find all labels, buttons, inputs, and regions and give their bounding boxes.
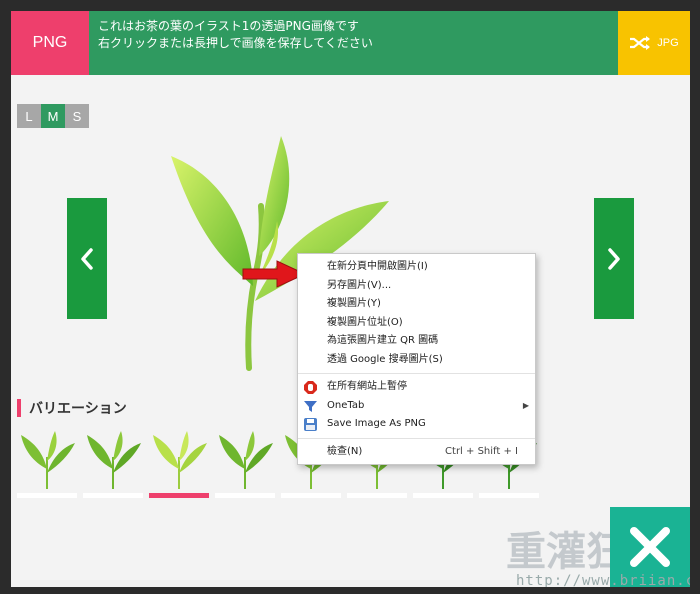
menu-label: 檢查(N) [327,445,363,457]
next-button[interactable] [594,198,634,319]
previous-button[interactable] [67,198,107,319]
heading-accent-bar [17,399,21,417]
thumbnail-indicator [83,493,143,498]
menu-copy-image[interactable]: 複製圖片(Y) [298,295,535,314]
menu-label: 複製圖片位址(O) [327,316,403,328]
tea-leaf-thumbnail [87,431,141,489]
size-m-button[interactable]: M [41,104,65,128]
thumbnail-indicator [281,493,341,498]
size-s-button[interactable]: S [65,104,89,128]
watermark-url: http://www.briian.com [516,573,690,587]
menu-separator [298,373,535,374]
menu-label: OneTab [327,399,365,411]
menu-separator [298,437,535,439]
screenshot-frame: PNG これはお茶の葉のイラスト1の透過PNG画像です 右クリックまたは長押しで… [0,0,700,594]
menu-save-image-as[interactable]: 另存圖片(V)... [298,277,535,296]
variation-thumbnail[interactable] [17,429,77,498]
save-png-icon [304,418,317,431]
chevron-left-icon [81,247,93,270]
thumbnail-indicator [479,493,539,498]
variations-title: バリエーション [29,401,127,417]
tea-leaf-thumbnail [21,431,75,489]
save-instruction: これはお茶の葉のイラスト1の透過PNG画像です 右クリックまたは長押しで画像を保… [89,11,618,75]
variations-heading: バリエーション [17,398,127,418]
thumbnail-indicator [17,493,77,498]
menu-label: 在新分頁中開啟圖片(I) [327,261,428,272]
variation-thumbnail[interactable] [215,429,275,498]
tea-leaf-thumbnail [153,431,207,489]
menu-save-image-as-png[interactable]: Save Image As PNG [298,415,535,434]
thumbnail-indicator [347,493,407,498]
thumbnail-indicator-active [149,493,209,498]
size-l-button[interactable]: L [17,104,41,128]
menu-label: 在所有網站上暫停 [327,381,407,392]
size-selector: L M S [17,104,89,128]
menu-search-google-image[interactable]: 透過 Google 搜尋圖片(S) [298,351,535,370]
menu-open-image-new-tab[interactable]: 在新分頁中開啟圖片(I) [298,258,535,277]
menu-shortcut: Ctrl + Shift + I [445,445,518,457]
menu-label: Save Image As PNG [327,418,426,429]
jpg-label: JPG [657,37,679,49]
message-line-1: これはお茶の葉のイラスト1の透過PNG画像です [98,19,359,33]
png-button[interactable]: PNG [11,11,89,75]
menu-label: 透過 Google 搜尋圖片(S) [327,353,443,365]
menu-onetab[interactable]: OneTab ▶ [298,397,535,416]
menu-label: 為這張圖片建立 QR 圖碼 [327,335,439,346]
variation-thumbnail[interactable] [149,429,209,498]
submenu-arrow-icon: ▶ [522,400,529,410]
menu-label: 另存圖片(V)... [327,279,392,291]
menu-pause-all-sites[interactable]: 在所有網站上暫停 [298,378,535,397]
onetab-funnel-icon [304,400,317,412]
chevron-right-icon [608,247,620,270]
context-menu: 在新分頁中開啟圖片(I) 另存圖片(V)... 複製圖片(Y) 複製圖片位址(O… [297,253,536,465]
menu-label: 複製圖片(Y) [327,298,381,309]
close-icon [630,527,670,567]
tea-leaf-thumbnail [219,431,273,489]
message-line-2: 右クリックまたは長押しで画像を保存してください [98,36,373,50]
menu-create-qr-code[interactable]: 為這張圖片建立 QR 圖碼 [298,332,535,351]
stop-sign-icon [304,381,317,394]
menu-inspect[interactable]: 檢查(N) Ctrl + Shift + I [298,443,535,462]
shuffle-icon [630,36,651,50]
image-viewer-page: PNG これはお茶の葉のイラスト1の透過PNG画像です 右クリックまたは長押しで… [11,11,690,587]
top-banner: PNG これはお茶の葉のイラスト1の透過PNG画像です 右クリックまたは長押しで… [11,11,690,75]
thumbnail-indicator [215,493,275,498]
variation-thumbnail[interactable] [83,429,143,498]
jpg-button[interactable]: JPG [618,11,690,75]
thumbnail-indicator [413,493,473,498]
menu-copy-image-address[interactable]: 複製圖片位址(O) [298,314,535,333]
